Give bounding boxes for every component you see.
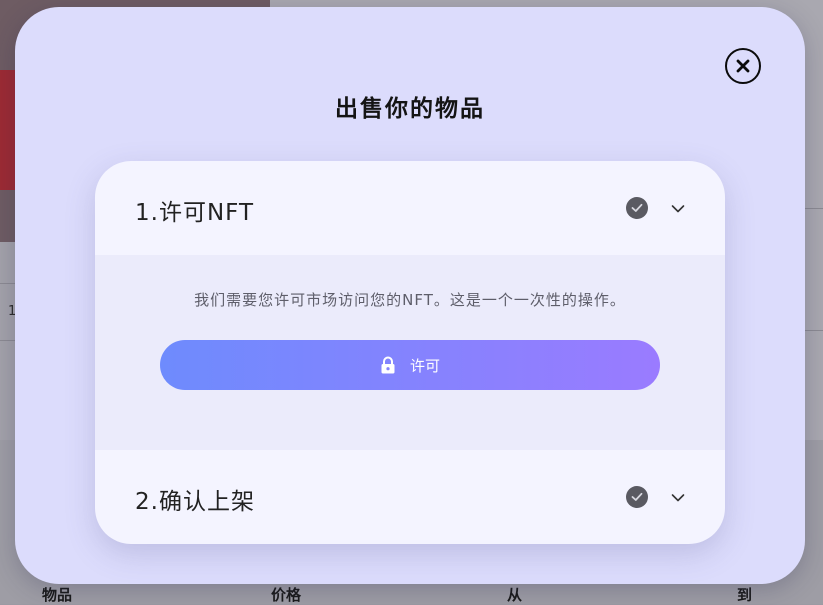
step-approve-body: 我们需要您许可市场访问您的NFT。这是一个一次性的操作。 许可	[95, 255, 725, 450]
modal-title: 出售你的物品	[335, 96, 485, 122]
step-list-header[interactable]: 2.确认上架	[95, 450, 725, 544]
close-button[interactable]	[725, 48, 761, 84]
step-list-title: 2.确认上架	[135, 489, 255, 515]
steps-card: 1.许可NFT 我们需要您许可市场访问您的NFT。这是一个一次性的操作。 许可	[95, 161, 725, 544]
step-approve-description: 我们需要您许可市场访问您的NFT。这是一个一次性的操作。	[194, 291, 626, 309]
chevron-down-icon[interactable]	[671, 204, 685, 214]
sell-item-modal: 出售你的物品 1.许可NFT 我们需要您许可市场访问您的NFT。这是一个一次性的…	[15, 7, 805, 584]
approve-button[interactable]: 许可	[160, 340, 660, 390]
lock-icon	[381, 356, 395, 374]
close-icon	[736, 59, 750, 73]
check-circle-icon	[626, 197, 648, 219]
table-header-price: 价格	[271, 586, 302, 604]
approve-button-label: 许可	[409, 356, 440, 375]
table-header-from: 从	[507, 586, 523, 604]
table-header-to: 到	[737, 586, 753, 604]
table-header-item: 物品	[42, 586, 73, 604]
background-table-header: 物品 价格 从 到	[0, 584, 823, 604]
step-approve-title: 1.许可NFT	[135, 200, 255, 226]
chevron-down-icon[interactable]	[671, 493, 685, 503]
step-approve-header[interactable]: 1.许可NFT	[95, 161, 725, 255]
check-circle-icon	[626, 486, 648, 508]
